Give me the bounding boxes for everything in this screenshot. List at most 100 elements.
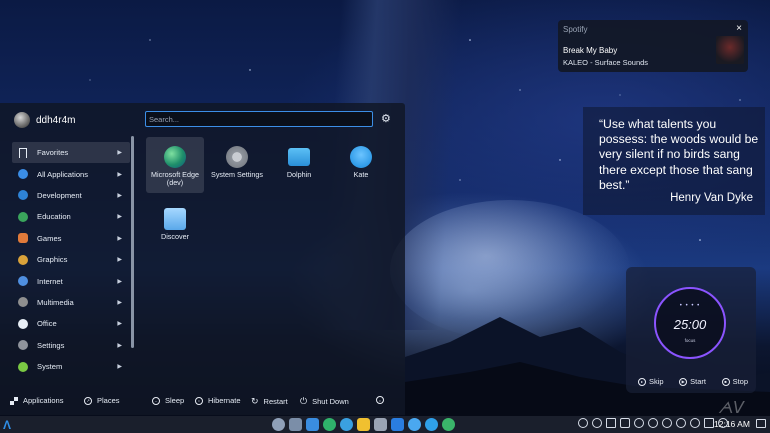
taskbar-app-folder-icon[interactable]: [306, 418, 319, 431]
shutdown-button[interactable]: ⏻ Shut Down: [300, 396, 349, 407]
quote-widget: “Use what talents you possess: the woods…: [583, 107, 765, 215]
search-input[interactable]: [145, 111, 373, 127]
hibernate-button[interactable]: • Hibernate: [195, 396, 241, 405]
button-label: Restart: [263, 397, 288, 406]
launcher-logo-icon[interactable]: Λ: [3, 418, 11, 432]
sidebar-item-all-applications[interactable]: All Applications ▶: [12, 163, 130, 184]
notification-app-name: Spotify: [563, 25, 588, 34]
sidebar-item-education[interactable]: Education ▶: [12, 206, 130, 227]
multimedia-icon: [18, 297, 28, 308]
taskbar-app-browser-icon[interactable]: [340, 418, 353, 431]
pomodoro-timer-widget: • • • • 25:00 focus ▸ Skip ▶ Start ■ Stop: [626, 267, 756, 393]
stop-button[interactable]: ■ Stop: [721, 377, 748, 386]
play-icon[interactable]: [578, 418, 588, 428]
chevron-right-icon: ▶: [117, 214, 122, 221]
chevron-right-icon: ▶: [117, 192, 122, 199]
sidebar-item-label: Games: [37, 233, 62, 243]
app-tile-system-settings[interactable]: System Settings: [208, 137, 266, 193]
sleep-icon: –: [152, 396, 160, 405]
skip-button[interactable]: ▸ Skip: [638, 377, 664, 386]
chevron-right-icon: ▶: [117, 278, 122, 285]
track-title: Break My Baby: [563, 46, 618, 55]
avatar[interactable]: [14, 112, 30, 128]
graphics-icon: [18, 254, 28, 265]
sidebar-item-multimedia[interactable]: Multimedia ▶: [12, 292, 130, 313]
sidebar-item-label: Multimedia: [37, 297, 74, 307]
system-tray: [578, 418, 728, 428]
skip-icon: ▸: [638, 377, 646, 386]
chevron-right-icon: ▶: [117, 150, 122, 157]
wifi-icon[interactable]: [676, 418, 686, 428]
taskbar-app-telegram-icon[interactable]: [425, 418, 438, 431]
bookmark-icon: [19, 147, 27, 158]
sidebar-item-label: System: [37, 362, 63, 372]
wallpaper-signature: ᗅᐯ: [718, 400, 745, 417]
education-icon: [18, 211, 28, 222]
gear-icon[interactable]: ⚙: [381, 112, 391, 125]
sidebar-item-graphics[interactable]: Graphics ▶: [12, 249, 130, 270]
sidebar-item-games[interactable]: Games ▶: [12, 228, 130, 249]
folder-icon: [288, 148, 310, 166]
tab-places[interactable]: ↗ Places: [84, 396, 120, 405]
restart-icon: ↻: [251, 396, 259, 406]
password-icon[interactable]: [620, 418, 630, 428]
system-icon: [18, 361, 28, 372]
sidebar-item-favorites[interactable]: Favorites ▶: [12, 142, 130, 164]
app-tile-kate[interactable]: Kate: [332, 137, 390, 193]
clock[interactable]: 12:16 AM: [714, 419, 750, 429]
app-tile-edge-dev[interactable]: Microsoft Edge (dev): [146, 137, 204, 193]
notification-icon[interactable]: [634, 418, 644, 428]
sidebar-item-system[interactable]: System ▶: [12, 356, 130, 377]
taskbar-app-store-icon[interactable]: [357, 418, 370, 431]
show-desktop-icon[interactable]: [756, 419, 766, 428]
timer-controls: ▸ Skip ▶ Start ■ Stop: [638, 377, 748, 386]
sidebar-item-internet[interactable]: Internet ▶: [12, 270, 130, 291]
quote-text: “Use what talents you possess: the woods…: [599, 117, 759, 192]
chevron-right-icon: ▶: [117, 171, 122, 178]
more-options-button[interactable]: •: [376, 396, 384, 404]
taskbar-app-kate-icon[interactable]: [408, 418, 421, 431]
stop-label: Stop: [732, 377, 748, 386]
tab-applications[interactable]: Applications: [10, 396, 63, 405]
taskbar-app-spotify-icon[interactable]: [442, 418, 455, 431]
app-tile-discover[interactable]: Discover: [146, 199, 204, 255]
sidebar-item-settings[interactable]: Settings ▶: [12, 335, 130, 356]
restart-button[interactable]: ↻ Restart: [251, 396, 288, 407]
settings-tray-icon[interactable]: [648, 418, 658, 428]
close-icon[interactable]: ×: [736, 23, 742, 34]
language-icon[interactable]: [592, 418, 602, 428]
sidebar-item-label: Internet: [37, 276, 63, 286]
play-icon: ▶: [679, 377, 688, 386]
taskbar-app-vscode-icon[interactable]: [391, 418, 404, 431]
taskbar-app-disk-icon[interactable]: [374, 418, 387, 431]
spotify-notification[interactable]: Spotify × Break My Baby KALEO - Surface …: [558, 20, 748, 72]
bluetooth-icon[interactable]: [662, 418, 672, 428]
taskbar-apps: [272, 418, 455, 431]
more-icon: •: [376, 396, 384, 404]
chevron-right-icon: ▶: [117, 342, 122, 349]
grid-icon: [10, 396, 18, 405]
user-header[interactable]: ddh4r4m: [14, 112, 75, 128]
gear-icon: [226, 146, 248, 168]
sidebar-item-office[interactable]: Office ▶: [12, 313, 130, 334]
taskbar-app-files-icon[interactable]: [289, 418, 302, 431]
sidebar-item-label: All Applications: [37, 169, 89, 179]
chevron-right-icon: ▶: [117, 257, 122, 264]
taskbar-app-settings-icon[interactable]: [272, 418, 285, 431]
timer-mode: focus: [684, 338, 696, 343]
app-tile-dolphin[interactable]: Dolphin: [270, 137, 328, 193]
sidebar-item-development[interactable]: Development ▶: [12, 185, 130, 206]
quote-author: Henry Van Dyke: [670, 192, 753, 204]
battery-icon[interactable]: [704, 418, 714, 428]
start-button[interactable]: ▶ Start: [679, 377, 706, 386]
volume-icon[interactable]: [690, 418, 700, 428]
stop-icon: ■: [721, 377, 730, 386]
category-list: Favorites ▶ All Applications ▶ Developme…: [12, 142, 130, 377]
sidebar-item-label: Office: [37, 319, 57, 329]
category-scrollbar[interactable]: [131, 136, 134, 348]
button-label: Hibernate: [208, 396, 241, 405]
sleep-button[interactable]: – Sleep: [152, 396, 184, 405]
taskbar-app-edge-icon[interactable]: [323, 418, 336, 431]
clipboard-icon[interactable]: [606, 418, 616, 428]
track-artist: KALEO - Surface Sounds: [563, 58, 649, 67]
